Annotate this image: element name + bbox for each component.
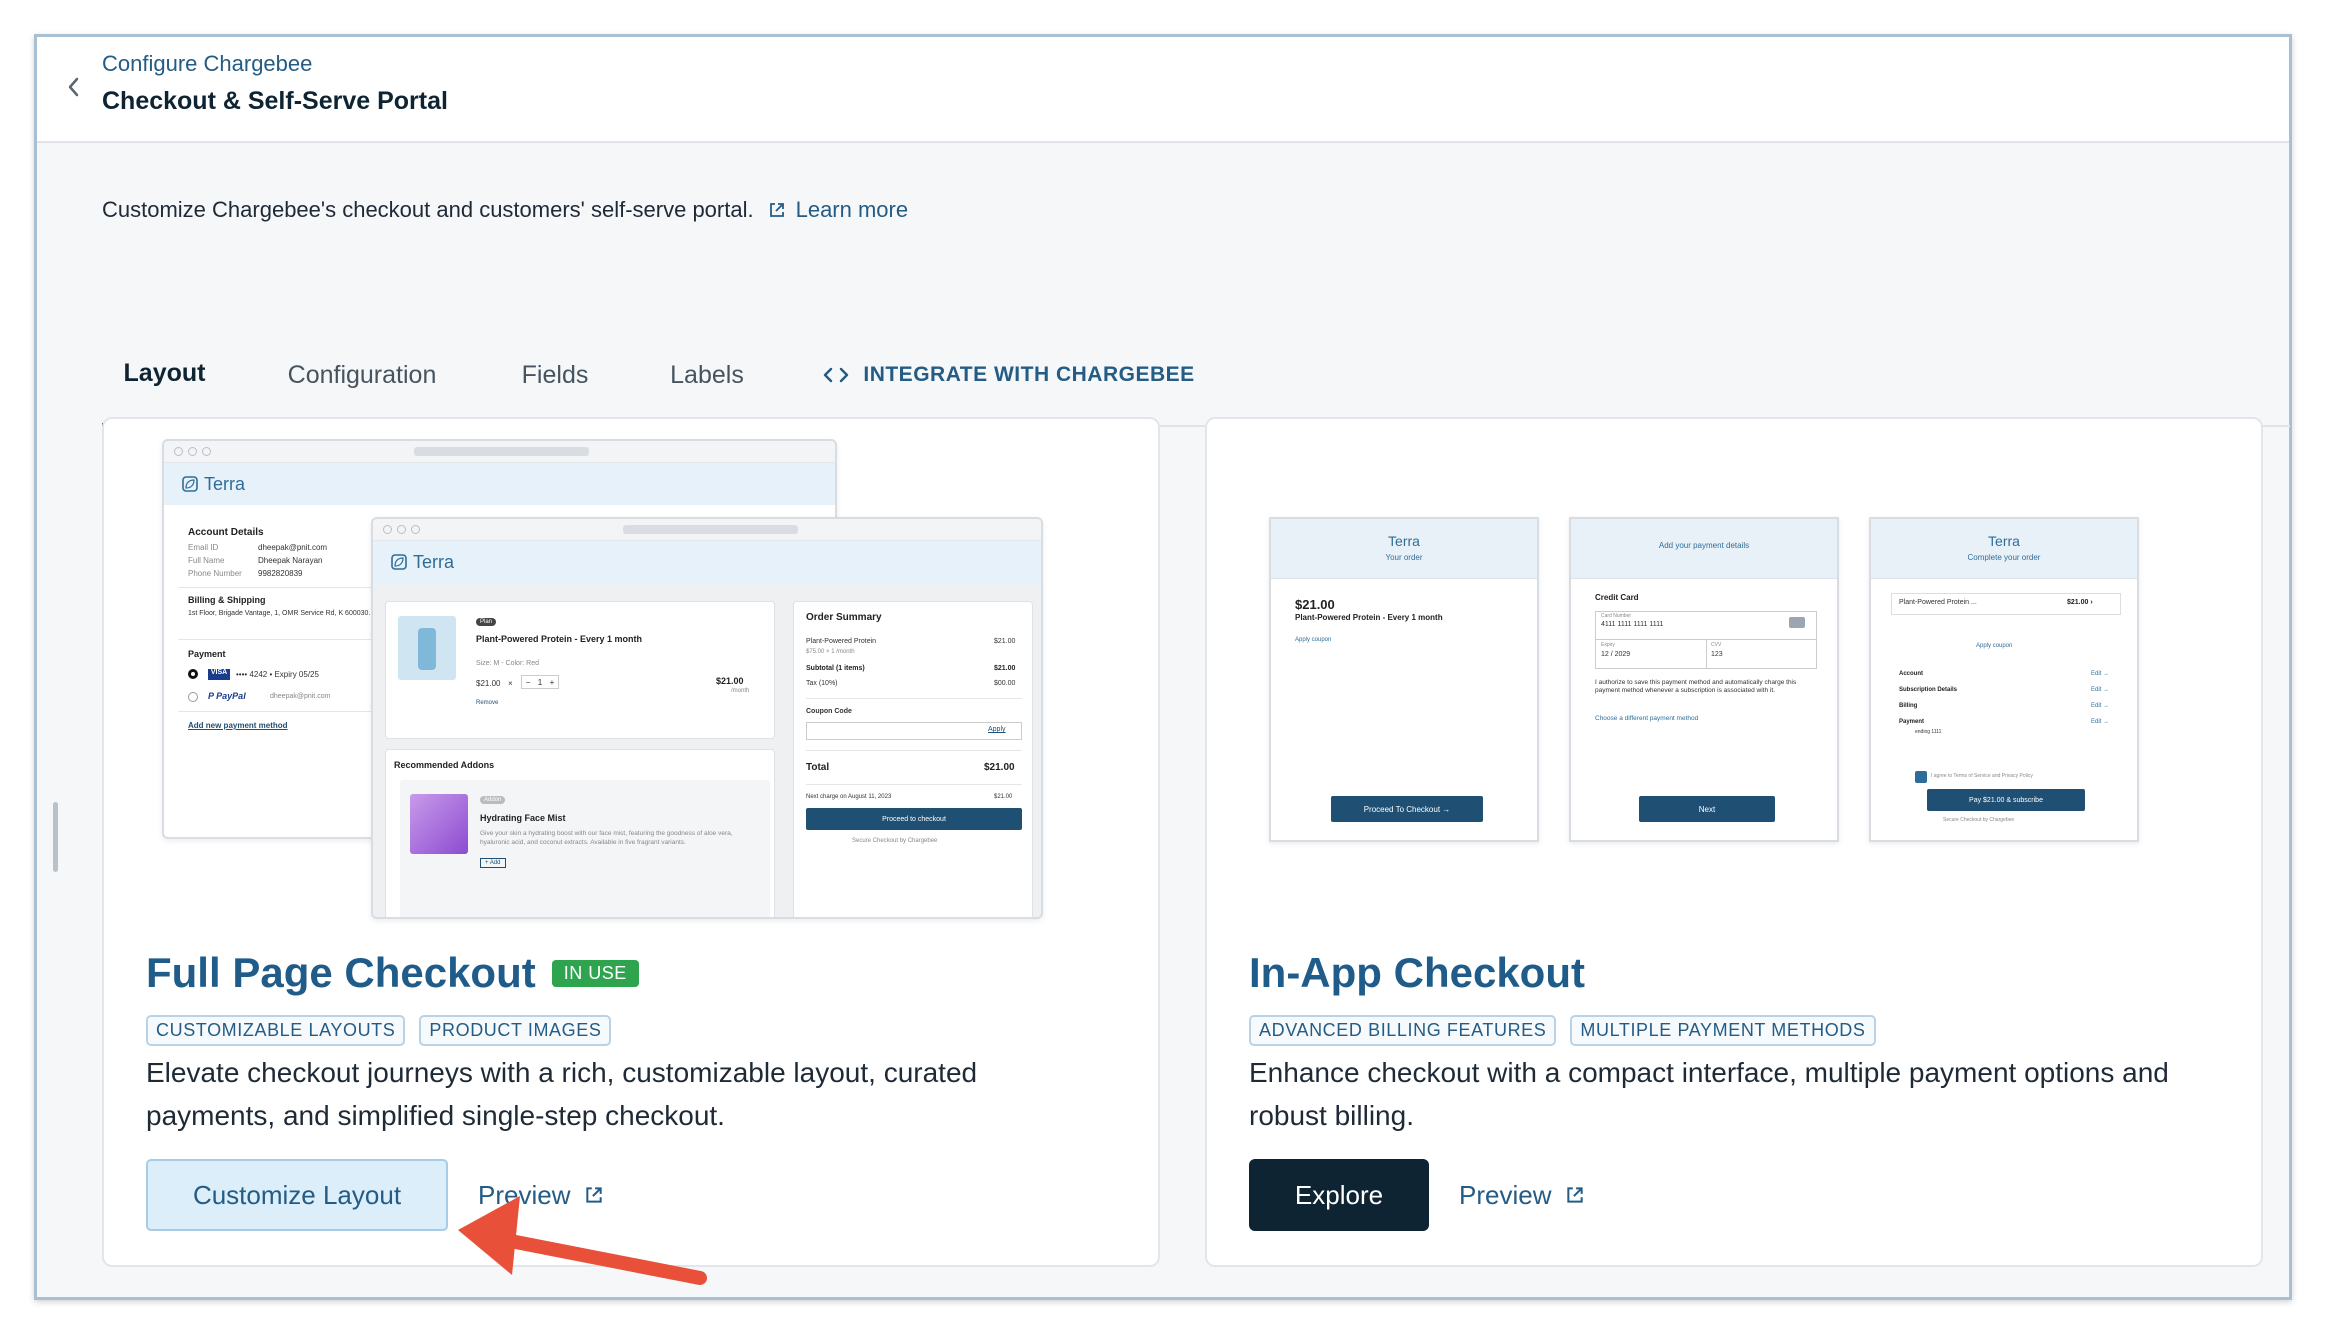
terra-logo-front: Terra [373,541,1041,583]
order-summary-panel: Order Summary Plant-Powered Protein $21.… [793,601,1033,917]
tab-bar: Layout Configuration Fields Labels INTEG… [102,323,2290,427]
leaf-icon [182,476,198,492]
in-use-badge: IN USE [551,959,639,987]
in-app-checkout-title: In-App Checkout [1249,949,1585,997]
addons-panel: Recommended Addons Addon Hydrating Face … [385,749,775,917]
feature-chip: MULTIPLE PAYMENT METHODS [1570,1015,1876,1046]
page-title: Checkout & Self-Serve Portal [102,87,448,115]
full-page-checkout-card: Terra Account Details Email ID dheepak@p… [102,417,1160,1267]
external-link-icon [586,1187,603,1203]
learn-more-link[interactable]: Learn more [796,197,909,223]
paypal-icon: P PayPal [208,691,246,701]
account-details-heading: Account Details [188,527,264,538]
preview-label: Preview [478,1179,571,1210]
preview-label: Preview [1459,1179,1552,1210]
description-text: Customize Chargebee's checkout and custo… [102,197,754,222]
product-image [398,616,456,680]
feature-chip: PRODUCT IMAGES [419,1015,612,1046]
chevron-left-icon [68,77,79,97]
card-icon [1789,617,1805,628]
complete-order-screen-illustration: Terra Complete your order Plant-Powered … [1869,517,2139,842]
tab-configuration[interactable]: Configuration [277,323,447,427]
full-page-checkout-title: Full Page Checkout IN USE [146,949,639,997]
tab-integrate[interactable]: INTEGRATE WITH CHARGEBEE [814,323,1204,427]
checkbox-icon [1915,771,1927,783]
addon-image [410,794,468,854]
terra-logo: Terra [164,463,835,505]
in-app-checkout-card: Terra Your order $21.00 Plant-Powered Pr… [1205,417,2263,1267]
tab-layout[interactable]: Layout [102,323,227,427]
preview-link[interactable]: Preview [478,1159,604,1231]
external-link-icon [768,201,786,219]
customize-layout-button[interactable]: Customize Layout [146,1159,448,1231]
order-screen-illustration: Terra Your order $21.00 Plant-Powered Pr… [1269,517,1539,842]
resize-handle[interactable] [53,802,58,872]
card-description: Elevate checkout journeys with a rich, c… [146,1057,978,1131]
back-button[interactable] [55,67,91,107]
card-title-text: Full Page Checkout [146,949,536,996]
leaf-icon [391,554,407,570]
card-title-text: In-App Checkout [1249,949,1585,996]
checkout-page-illustration: Terra Plan Plant-Powered Protein - Every… [371,517,1043,919]
code-icon [824,367,849,383]
product-panel: Plan Plant-Powered Protein - Every 1 mon… [385,601,775,739]
card-description: Enhance checkout with a compact interfac… [1249,1057,2169,1131]
feature-chips: ADVANCED BILLING FEATURES MULTIPLE PAYME… [1249,1015,1876,1046]
app-window: Configure Chargebee Checkout & Self-Serv… [34,34,2292,1300]
preview-link[interactable]: Preview [1459,1159,1585,1231]
feature-chip: ADVANCED BILLING FEATURES [1249,1015,1557,1046]
page-description: Customize Chargebee's checkout and custo… [102,197,908,223]
feature-chip: CUSTOMIZABLE LAYOUTS [146,1015,406,1046]
tab-labels[interactable]: Labels [657,323,757,427]
breadcrumb[interactable]: Configure Chargebee [102,51,312,77]
page-header: Configure Chargebee Checkout & Self-Serv… [37,37,2289,143]
tab-fields[interactable]: Fields [510,323,600,427]
payment-screen-illustration: Add your payment details Credit Card Car… [1569,517,1839,842]
tab-integrate-label: INTEGRATE WITH CHARGEBEE [863,363,1195,386]
explore-button[interactable]: Explore [1249,1159,1429,1231]
feature-chips: CUSTOMIZABLE LAYOUTS PRODUCT IMAGES [146,1015,612,1046]
visa-icon: VISA [208,669,230,680]
external-link-icon [1567,1187,1584,1203]
